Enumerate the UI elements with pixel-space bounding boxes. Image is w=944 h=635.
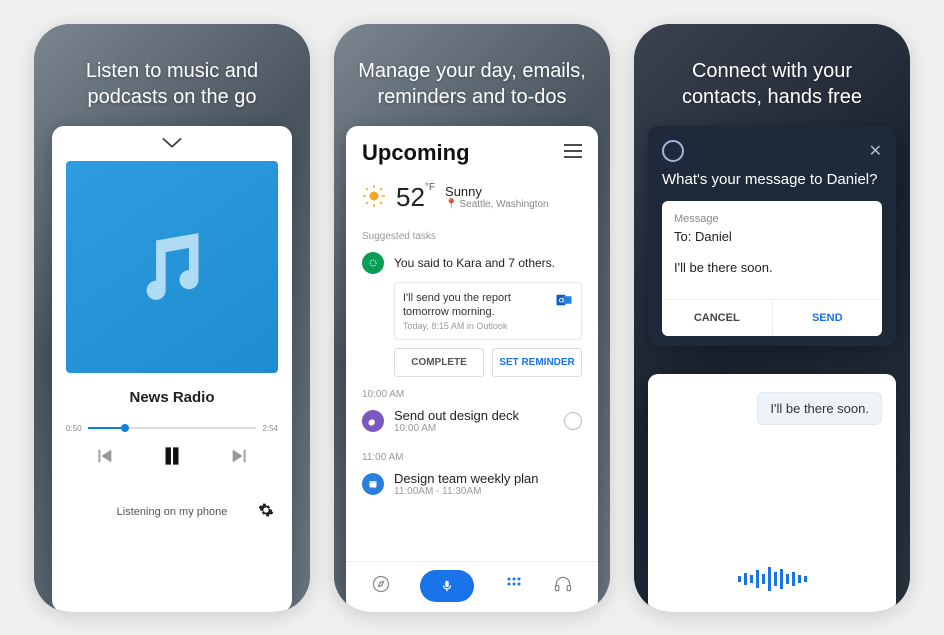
weather-location: 📍Seattle, Washington	[445, 199, 549, 210]
album-art	[66, 161, 278, 373]
svg-text:O: O	[559, 297, 564, 304]
message-compose-card: Message To: Daniel I'll be there soon. C…	[662, 201, 882, 336]
listening-on-label: Listening on my phone	[86, 506, 258, 518]
time-elapsed: 0:50	[66, 424, 82, 433]
chevron-down-icon[interactable]	[161, 137, 183, 154]
progress-bar[interactable]	[88, 427, 257, 429]
location-pin-icon: 📍	[445, 199, 457, 210]
pause-icon[interactable]	[159, 443, 185, 474]
time-slot-label: 11:00 AM	[346, 440, 598, 465]
calendar-event-icon	[362, 473, 384, 495]
page-title: Upcoming	[362, 140, 470, 166]
headline-upcoming: Manage your day, emails, reminders and t…	[334, 24, 610, 126]
mic-button[interactable]	[420, 570, 474, 602]
task-row[interactable]: Send out design deck 10:00 AM	[346, 402, 598, 440]
track-title: News Radio	[66, 389, 278, 406]
compass-icon[interactable]	[371, 574, 391, 597]
snippet-meta: Today, 8:15 AM in Outlook	[403, 321, 547, 331]
set-reminder-button[interactable]: SET REMINDER	[492, 348, 582, 377]
outlook-icon: O	[555, 291, 573, 312]
complete-button[interactable]: COMPLETE	[394, 348, 484, 377]
cancel-button[interactable]: CANCEL	[662, 300, 772, 336]
close-icon[interactable]: ✕	[869, 141, 882, 161]
suggested-task: You said to Kara and 7 others. I'll send…	[346, 246, 598, 378]
time-slot-label: 10:00 AM	[346, 377, 598, 402]
message-body[interactable]: I'll be there soon.	[674, 260, 870, 275]
grid-dots-icon[interactable]	[504, 574, 524, 597]
task-title: Send out design deck	[394, 408, 519, 423]
task-type-icon	[362, 410, 384, 432]
weather-row[interactable]: 52°F Sunny 📍Seattle, Washington	[346, 174, 598, 227]
screenshot-upcoming: Manage your day, emails, reminders and t…	[334, 24, 610, 612]
task-subtitle: 10:00 AM	[394, 423, 519, 434]
previous-track-icon[interactable]	[93, 445, 115, 472]
suggested-tasks-label: Suggested tasks	[346, 227, 598, 246]
task-row[interactable]: Design team weekly plan 11:00AM - 11:30A…	[346, 465, 598, 503]
headset-icon[interactable]	[553, 574, 573, 597]
time-total: 2:54	[262, 424, 278, 433]
screenshot-message: Connect with your contacts, hands free ✕…	[634, 24, 910, 612]
task-subtitle: 11:00AM - 11:30AM	[394, 486, 539, 497]
sun-icon	[362, 184, 386, 211]
task-title: Design team weekly plan	[394, 471, 539, 486]
headline-message: Connect with your contacts, hands free	[634, 24, 910, 126]
temperature-unit: °F	[425, 182, 435, 193]
cortana-ring-icon	[662, 140, 684, 162]
response-bubble: I'll be there soon.	[757, 392, 882, 425]
music-player-card: News Radio 0:50 2:54	[52, 126, 292, 612]
screenshot-music: Listen to music and podcasts on the go N…	[34, 24, 310, 612]
voice-waveform-icon[interactable]	[662, 557, 882, 602]
send-button[interactable]: SEND	[772, 300, 883, 336]
recipient-name: Daniel	[695, 229, 732, 244]
cortana-prompt: What's your message to Daniel?	[662, 170, 882, 190]
music-note-icon	[119, 214, 225, 320]
task-status-icon	[362, 252, 384, 274]
weather-condition: Sunny	[445, 184, 549, 199]
menu-icon[interactable]	[564, 144, 582, 161]
bottom-nav	[346, 561, 598, 612]
next-track-icon[interactable]	[229, 445, 251, 472]
task-snippet[interactable]: I'll send you the report tomorrow mornin…	[394, 282, 582, 341]
message-label: Message	[674, 213, 870, 225]
task-complete-radio[interactable]	[564, 412, 582, 430]
progress-row: 0:50 2:54	[66, 424, 278, 433]
snippet-body: I'll send you the report tomorrow mornin…	[403, 291, 547, 320]
response-area: I'll be there soon.	[648, 374, 896, 612]
gear-icon[interactable]	[258, 502, 274, 523]
upcoming-card: Upcoming 52°F Sunny 📍Seattle, Washington	[346, 126, 598, 612]
message-to: To: Daniel	[674, 229, 870, 244]
task-header-text: You said to Kara and 7 others.	[394, 256, 555, 270]
cortana-panel: ✕ What's your message to Daniel? Message…	[648, 126, 896, 347]
headline-music: Listen to music and podcasts on the go	[34, 24, 310, 126]
temperature-value: 52	[396, 182, 425, 212]
